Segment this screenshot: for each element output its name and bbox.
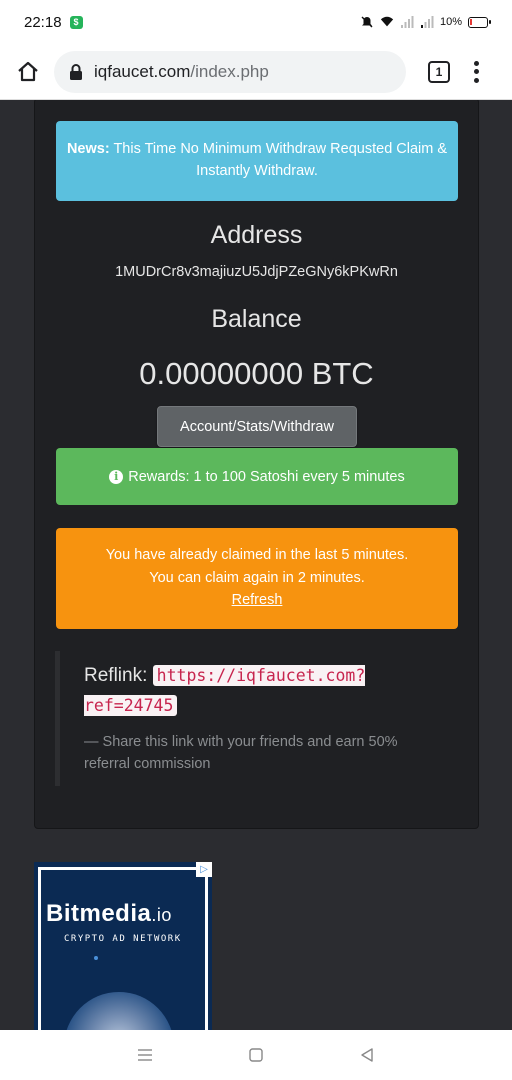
balance-value: 0.00000000 BTC bbox=[139, 356, 374, 391]
rewards-text: Rewards: 1 to 100 Satoshi every 5 minute… bbox=[128, 468, 405, 485]
signal-icon bbox=[400, 16, 414, 28]
rewards-alert: i Rewards: 1 to 100 Satoshi every 5 minu… bbox=[56, 448, 458, 505]
claim-warning-line1: You have already claimed in the last 5 m… bbox=[105, 547, 409, 563]
url-field[interactable]: iqfaucet.com/index.php bbox=[54, 50, 406, 93]
more-vert-icon[interactable] bbox=[472, 60, 480, 83]
faucet-card: News: This Time No Minimum Withdraw Requ… bbox=[34, 100, 479, 829]
claim-warning-line2: You can claim again in 2 minutes. bbox=[149, 569, 365, 586]
wifi-icon bbox=[380, 16, 394, 27]
battery-percent: 10% bbox=[439, 16, 462, 28]
reflink-blockquote: Reflink: https://iqfaucet.com?ref=24745 … bbox=[55, 651, 457, 786]
ad-banner[interactable]: ▷ Bitmedia.io CRYPTO AD NETWORK bbox=[34, 862, 212, 1030]
address-value: 1MUDrCr8v3majiuzU5JdjPZeGNy6kPKwRn bbox=[115, 264, 398, 280]
signal-2-icon bbox=[420, 16, 434, 28]
notification-icon: $ bbox=[69, 15, 83, 29]
page-content: News: This Time No Minimum Withdraw Requ… bbox=[0, 100, 512, 1030]
status-bar: 22:18 $ 10% bbox=[0, 0, 512, 44]
address-title: Address bbox=[210, 221, 303, 249]
ad-tagline: CRYPTO AD NETWORK bbox=[64, 934, 182, 944]
back-icon[interactable] bbox=[357, 1045, 377, 1065]
news-text: This Time No Minimum Withdraw Requsted C… bbox=[113, 141, 448, 179]
home-nav-icon[interactable] bbox=[246, 1045, 266, 1065]
lock-icon bbox=[70, 63, 82, 80]
refresh-link[interactable]: Refresh bbox=[232, 592, 283, 608]
info-icon: i bbox=[109, 469, 124, 484]
recents-icon[interactable] bbox=[135, 1045, 155, 1065]
balance-title: Balance bbox=[211, 305, 302, 333]
ad-brand-suffix: .io bbox=[151, 905, 172, 925]
battery-icon bbox=[468, 16, 491, 28]
home-icon bbox=[18, 61, 38, 81]
status-time: 22:18 bbox=[24, 13, 62, 31]
home-button[interactable] bbox=[12, 56, 44, 88]
adchoices-icon[interactable]: ▷ bbox=[196, 862, 212, 877]
tabs-icon[interactable]: 1 bbox=[428, 60, 450, 83]
reflink-note: — Share this link with your friends and … bbox=[84, 734, 398, 772]
ad-brand: Bitmedia.io bbox=[46, 900, 172, 928]
url-path: /index.php bbox=[190, 61, 269, 81]
news-alert: News: This Time No Minimum Withdraw Requ… bbox=[56, 121, 458, 201]
mute-icon bbox=[361, 16, 373, 28]
ad-dot bbox=[94, 956, 98, 960]
reflink-label: Reflink: bbox=[84, 665, 148, 686]
news-label: News: bbox=[66, 141, 110, 157]
browser-toolbar: iqfaucet.com/index.php 1 bbox=[0, 44, 512, 100]
system-nav-bar bbox=[0, 1030, 512, 1080]
claim-warning-alert: You have already claimed in the last 5 m… bbox=[56, 528, 458, 629]
url-host: iqfaucet.com bbox=[94, 61, 191, 81]
account-stats-withdraw-button[interactable]: Account/Stats/Withdraw bbox=[157, 406, 357, 447]
ad-brand-name: Bitmedia bbox=[46, 900, 152, 927]
